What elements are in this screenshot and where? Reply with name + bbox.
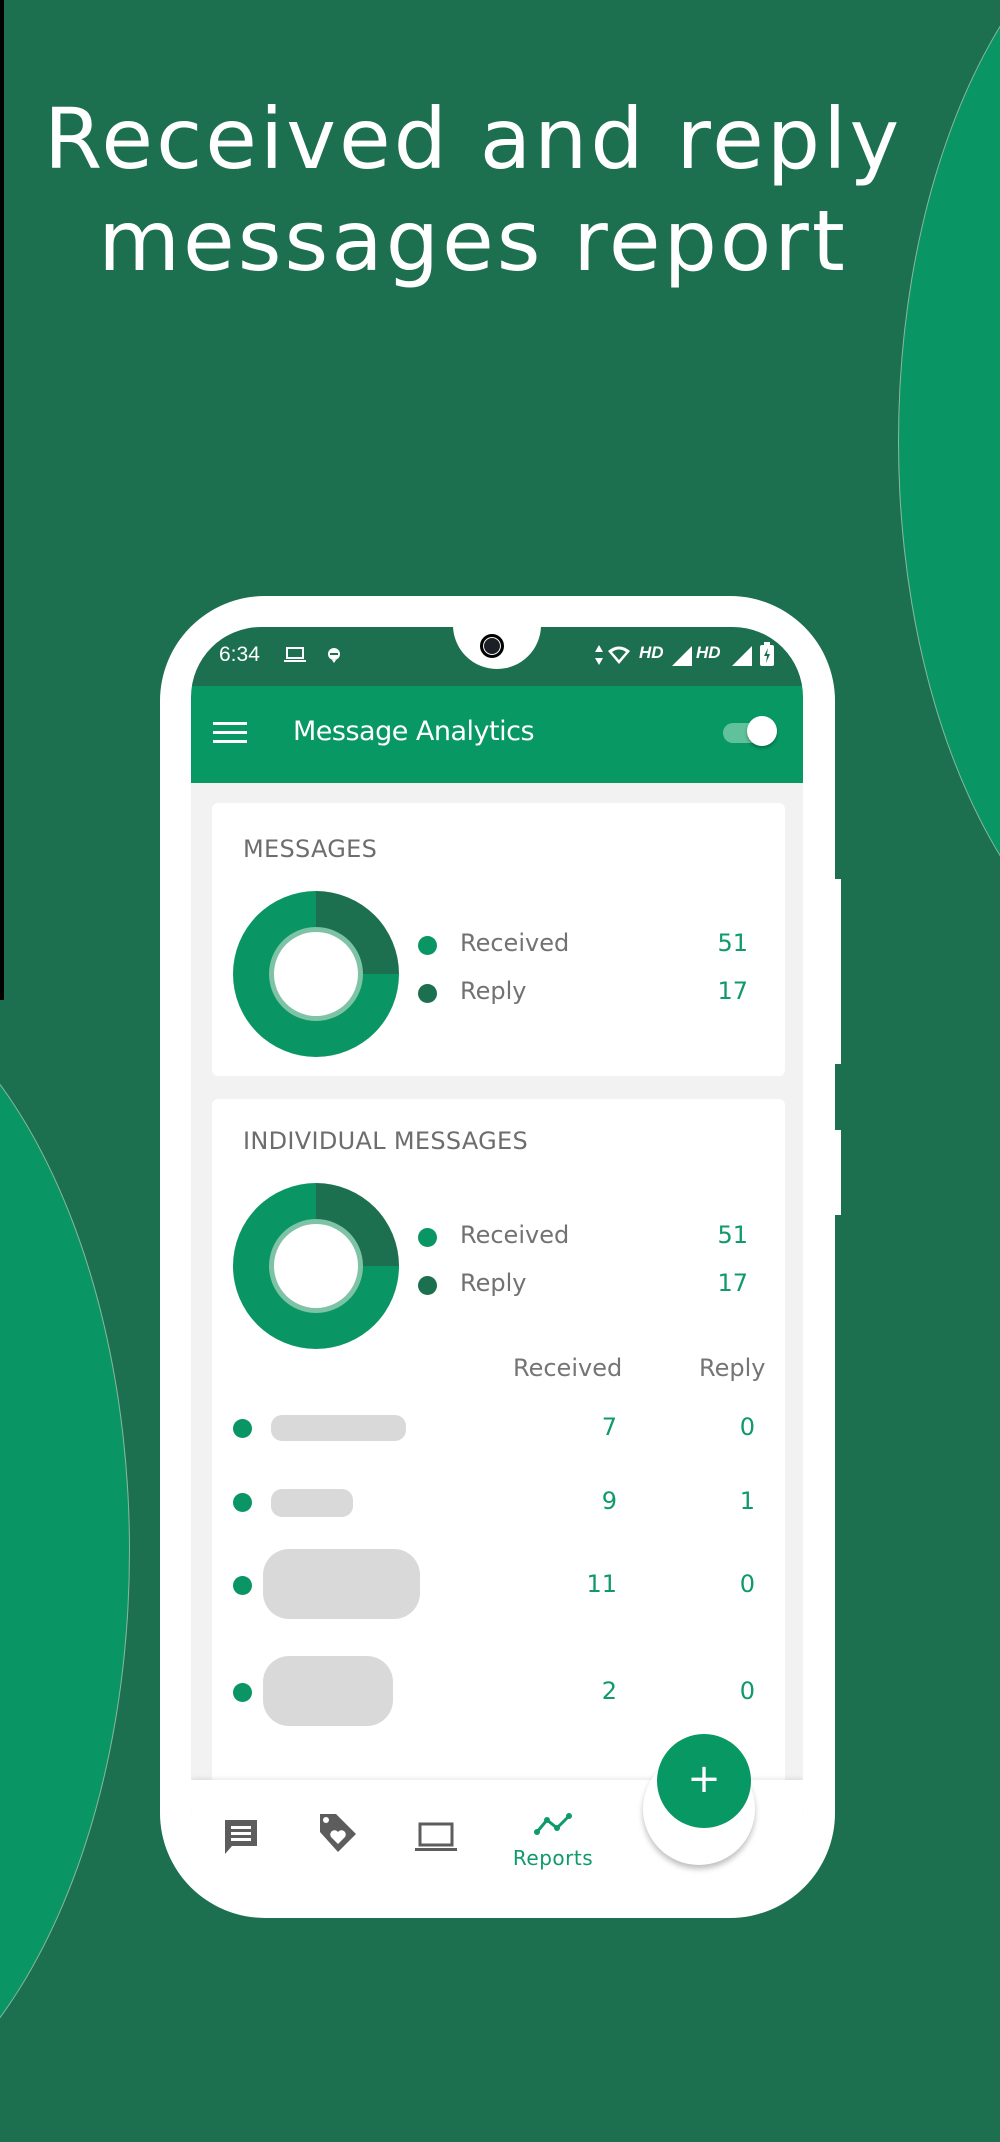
- hd-label-1: HD: [639, 643, 664, 662]
- status-bar: 6:34 HD HD: [191, 627, 803, 686]
- row-received-count: 9: [601, 1487, 617, 1515]
- messages-donut-chart: [233, 891, 399, 1057]
- row-dot: [233, 1419, 252, 1438]
- app-title: Message Analytics: [293, 716, 535, 747]
- legend-row-reply: Reply 17: [418, 1269, 748, 1299]
- legend-value: 51: [717, 929, 748, 957]
- row-received-count: 2: [601, 1677, 617, 1705]
- individual-card-title: INDIVIDUAL MESSAGES: [243, 1127, 529, 1155]
- donut-hole: [274, 932, 358, 1016]
- legend-label: Received: [460, 929, 570, 957]
- add-fab-button[interactable]: +: [657, 1734, 751, 1828]
- legend-value: 17: [717, 977, 748, 1005]
- row-reply-count: 0: [739, 1413, 755, 1441]
- legend-dot-reply: [418, 984, 437, 1003]
- laptop-icon: [284, 647, 306, 662]
- legend-label: Reply: [460, 1269, 527, 1297]
- legend-dot-reply: [418, 1276, 437, 1295]
- app-toggle-switch[interactable]: [723, 716, 777, 746]
- row-received-count: 11: [586, 1570, 617, 1598]
- row-reply-count: 0: [739, 1677, 755, 1705]
- row-reply-count: 0: [739, 1570, 755, 1598]
- table-row[interactable]: 9 1: [212, 1473, 785, 1533]
- signal-icon-2: [732, 646, 752, 666]
- legend-label: Received: [460, 1221, 570, 1249]
- laptop-icon: [415, 1822, 457, 1851]
- column-header-reply: Reply: [699, 1354, 766, 1382]
- toggle-thumb: [747, 716, 777, 746]
- column-header-received: Received: [513, 1354, 623, 1382]
- wifi-icon: [608, 646, 630, 664]
- row-received-count: 7: [601, 1413, 617, 1441]
- battery-charging-icon: [760, 642, 774, 666]
- row-name-redacted: [263, 1549, 420, 1619]
- row-dot: [233, 1576, 252, 1595]
- legend-label: Reply: [460, 977, 527, 1005]
- legend-value: 51: [717, 1221, 748, 1249]
- signal-icon-1: [672, 646, 692, 666]
- tag-heart-icon: [320, 1814, 356, 1852]
- phone-volume-button: [835, 879, 841, 1064]
- legend-dot-received: [418, 1228, 437, 1247]
- legend-value: 17: [717, 1269, 748, 1297]
- row-dot: [233, 1683, 252, 1702]
- row-name-redacted: [271, 1489, 353, 1517]
- status-time: 6:34: [219, 643, 260, 666]
- row-name-redacted: [271, 1415, 406, 1441]
- nav-item-reports[interactable]: Reports: [503, 1780, 603, 1887]
- background-blob-left: [0, 960, 130, 2142]
- table-row[interactable]: 11 0: [212, 1536, 785, 1626]
- legend-dot-received: [418, 936, 437, 955]
- messages-card: MESSAGES Received 51 Reply 17: [212, 803, 785, 1076]
- legend-row-received: Received 51: [418, 929, 748, 959]
- headline-line-1: Received and reply: [43, 90, 903, 188]
- headline-line-2: messages report: [98, 192, 848, 290]
- row-dot: [233, 1493, 252, 1512]
- phone-frame: 6:34 HD HD Message Analytics MESSAGES Re…: [160, 596, 835, 1918]
- nav-label-reports: Reports: [512, 1846, 594, 1870]
- nav-item-labels[interactable]: [296, 1780, 386, 1887]
- row-reply-count: 1: [739, 1487, 755, 1515]
- app-bar: Message Analytics: [191, 686, 803, 783]
- hd-label-2: HD: [696, 643, 721, 662]
- row-name-redacted: [263, 1656, 393, 1726]
- phone-screen: 6:34 HD HD Message Analytics MESSAGES Re…: [191, 627, 803, 1887]
- individual-donut-chart: [233, 1183, 399, 1349]
- individual-messages-card: INDIVIDUAL MESSAGES Received 51 Reply 17…: [212, 1099, 785, 1819]
- legend-row-received: Received 51: [418, 1221, 748, 1251]
- messages-card-title: MESSAGES: [243, 835, 378, 863]
- table-row[interactable]: 2 0: [212, 1643, 785, 1733]
- notification-icon: [328, 648, 340, 663]
- data-arrows-icon: [595, 645, 603, 665]
- hamburger-menu-icon[interactable]: [213, 722, 247, 744]
- nav-item-messages[interactable]: [201, 1780, 291, 1887]
- donut-hole: [274, 1224, 358, 1308]
- headline: Received and reply messages report: [0, 88, 946, 292]
- nav-item-devices[interactable]: [391, 1780, 481, 1887]
- chat-icon: [225, 1820, 257, 1854]
- legend-row-reply: Reply 17: [418, 977, 748, 1007]
- phone-power-button: [835, 1130, 841, 1215]
- table-row[interactable]: 7 0: [212, 1399, 785, 1459]
- reports-trend-icon: [534, 1813, 572, 1835]
- front-camera: [480, 634, 504, 658]
